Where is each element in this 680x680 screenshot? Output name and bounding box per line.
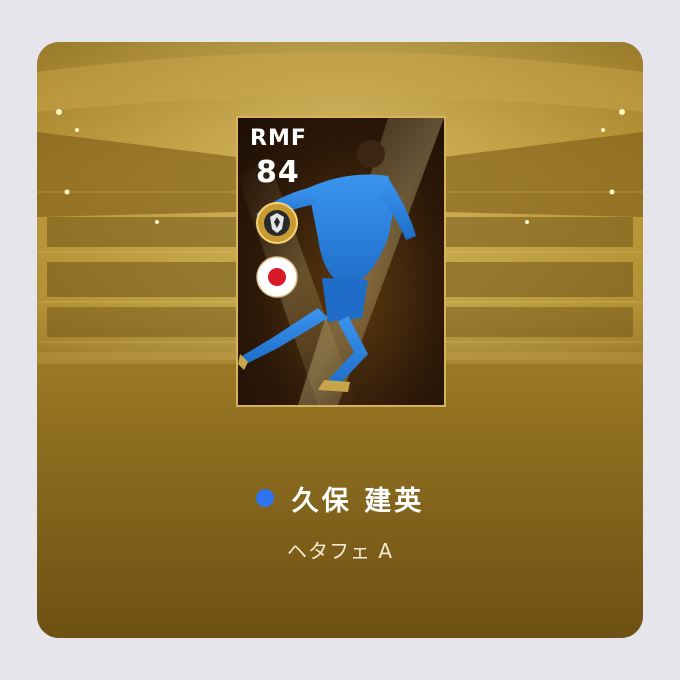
card-position: RMF <box>250 126 307 151</box>
card-rating: 84 <box>256 155 300 190</box>
player-name-row: 久保 建英 <box>0 476 680 520</box>
player-name: 久保 建英 <box>291 485 425 517</box>
status-dot-icon <box>255 489 274 507</box>
japan-flag-icon <box>256 256 298 298</box>
player-club: ヘタフェ A <box>286 539 394 563</box>
team-emblem-icon <box>256 202 298 244</box>
player-card[interactable]: RMF 84 <box>236 116 446 407</box>
